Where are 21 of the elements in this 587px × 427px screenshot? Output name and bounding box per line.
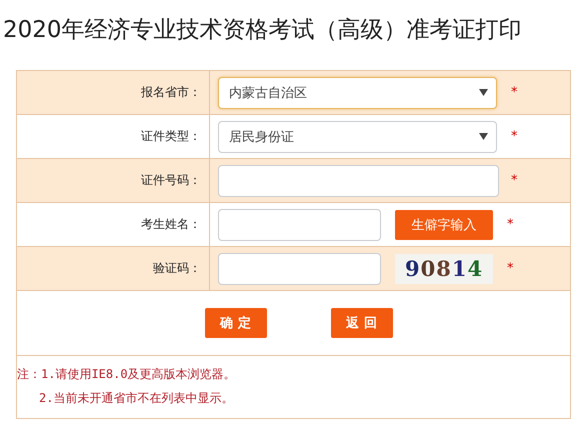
caret-icon xyxy=(479,133,488,140)
dropdown[interactable]: 内蒙古自治区 xyxy=(218,76,497,108)
caret-icon xyxy=(479,89,488,96)
required-mark: * xyxy=(507,261,514,276)
input-field[interactable] xyxy=(218,208,381,240)
field-label: 证件号码： xyxy=(141,172,201,189)
captcha-image[interactable]: 90814 xyxy=(395,254,493,284)
input-field[interactable] xyxy=(218,252,381,284)
required-mark: * xyxy=(511,85,518,100)
field-label: 证件类型： xyxy=(141,128,201,145)
note-text: 注：1.请使用IE8.0及更高版本浏览器。 xyxy=(17,366,237,383)
field-label: 报名省市： xyxy=(141,84,201,101)
note-text: 2.当前未开通省市不在列表中显示。 xyxy=(38,390,234,407)
required-mark: * xyxy=(511,173,518,188)
dropdown[interactable]: 居民身份证 xyxy=(218,120,497,152)
required-mark: * xyxy=(507,217,514,232)
required-mark: * xyxy=(511,129,518,144)
field-label: 验证码： xyxy=(153,260,201,277)
page-title: 2020年经济专业技术资格考试（高级）准考证打印 xyxy=(3,16,522,45)
input-field[interactable] xyxy=(218,164,499,196)
field-label: 考生姓名： xyxy=(141,216,201,233)
